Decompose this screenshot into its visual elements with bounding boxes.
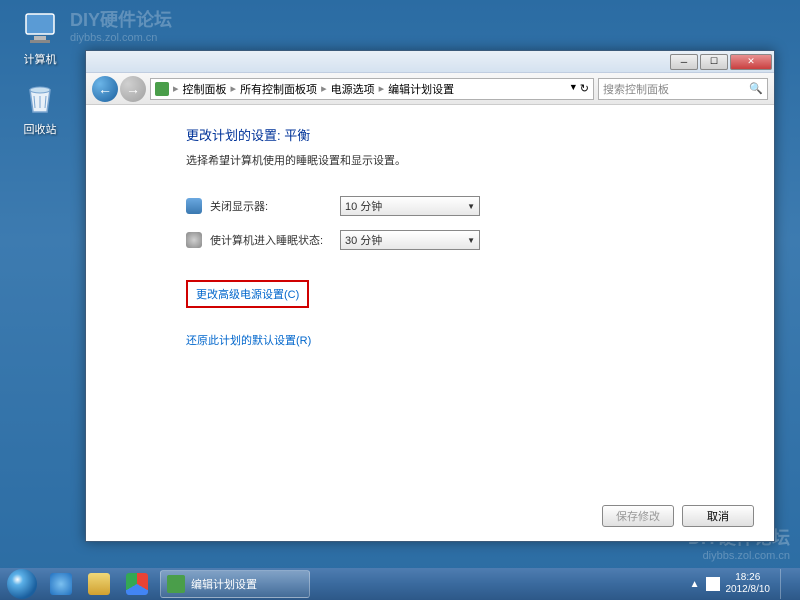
setting-display-off: 关闭显示器: 10 分钟 ▼: [186, 196, 744, 216]
desktop-icon-computer[interactable]: 计算机: [10, 8, 70, 67]
content-area: 更改计划的设置: 平衡 选择希望计算机使用的睡眠设置和显示设置。 关闭显示器: …: [86, 105, 774, 501]
tray-arrow-icon[interactable]: ▲: [690, 579, 700, 590]
maximize-button[interactable]: ☐: [700, 54, 728, 70]
restore-defaults-link[interactable]: 还原此计划的默认设置(R): [186, 332, 744, 348]
minimize-button[interactable]: ─: [670, 54, 698, 70]
sleep-dropdown[interactable]: 30 分钟 ▼: [340, 230, 480, 250]
watermark: DIY硬件论坛 diybbs.zol.com.cn: [70, 6, 172, 44]
control-panel-icon: [167, 575, 185, 593]
taskbar-app-active[interactable]: 编辑计划设置: [160, 570, 310, 598]
page-subtitle: 选择希望计算机使用的睡眠设置和显示设置。: [186, 152, 744, 168]
advanced-power-link[interactable]: 更改高级电源设置(C): [186, 280, 309, 308]
forward-button[interactable]: →: [120, 76, 146, 102]
display-off-dropdown[interactable]: 10 分钟 ▼: [340, 196, 480, 216]
start-button[interactable]: [2, 569, 42, 599]
control-panel-window: ─ ☐ ✕ ← → ▸ 控制面板 ▸ 所有控制面板项 ▸ 电源选项 ▸ 编辑计划…: [85, 50, 775, 542]
action-center-icon[interactable]: [706, 577, 720, 591]
taskbar-ie[interactable]: [43, 570, 79, 598]
footer-buttons: 保存修改 取消: [602, 505, 754, 527]
breadcrumb-item[interactable]: 所有控制面板项: [240, 81, 317, 97]
windows-logo-icon: [7, 569, 37, 599]
dropdown-arrow-icon[interactable]: ▼: [569, 82, 578, 95]
explorer-icon: [88, 573, 110, 595]
control-panel-icon: [155, 82, 169, 96]
cancel-button[interactable]: 取消: [682, 505, 754, 527]
save-button[interactable]: 保存修改: [602, 505, 674, 527]
sleep-icon: [186, 232, 202, 248]
search-icon: 🔍: [749, 82, 763, 95]
breadcrumb-item[interactable]: 控制面板: [183, 81, 227, 97]
chevron-down-icon: ▼: [467, 202, 475, 211]
taskbar-explorer[interactable]: [81, 570, 117, 598]
refresh-icon[interactable]: ↻: [580, 82, 589, 95]
desktop-icon-recycle[interactable]: 回收站: [10, 78, 70, 137]
show-desktop-button[interactable]: [780, 569, 790, 599]
desktop-icon-label: 回收站: [10, 121, 70, 137]
close-button[interactable]: ✕: [730, 54, 772, 70]
search-input[interactable]: 搜索控制面板 🔍: [598, 78, 768, 100]
taskbar-chrome[interactable]: [119, 570, 155, 598]
taskbar: 编辑计划设置 ▲ 18:26 2012/8/10: [0, 568, 800, 600]
setting-label: 关闭显示器:: [210, 198, 340, 214]
recycle-bin-icon: [20, 78, 60, 118]
setting-sleep: 使计算机进入睡眠状态: 30 分钟 ▼: [186, 230, 744, 250]
computer-icon: [20, 8, 60, 48]
back-button[interactable]: ←: [92, 76, 118, 102]
page-heading: 更改计划的设置: 平衡: [186, 125, 744, 144]
breadcrumb[interactable]: ▸ 控制面板 ▸ 所有控制面板项 ▸ 电源选项 ▸ 编辑计划设置 ▼ ↻: [150, 78, 594, 100]
breadcrumb-item[interactable]: 编辑计划设置: [388, 81, 454, 97]
chrome-icon: [126, 573, 148, 595]
display-icon: [186, 198, 202, 214]
breadcrumb-item[interactable]: 电源选项: [331, 81, 375, 97]
setting-label: 使计算机进入睡眠状态:: [210, 232, 340, 248]
system-tray: ▲ 18:26 2012/8/10: [682, 569, 798, 599]
ie-icon: [50, 573, 72, 595]
title-bar: ─ ☐ ✕: [86, 51, 774, 73]
clock[interactable]: 18:26 2012/8/10: [726, 572, 771, 596]
desktop-icon-label: 计算机: [10, 51, 70, 67]
chevron-down-icon: ▼: [467, 236, 475, 245]
nav-bar: ← → ▸ 控制面板 ▸ 所有控制面板项 ▸ 电源选项 ▸ 编辑计划设置 ▼ ↻…: [86, 73, 774, 105]
